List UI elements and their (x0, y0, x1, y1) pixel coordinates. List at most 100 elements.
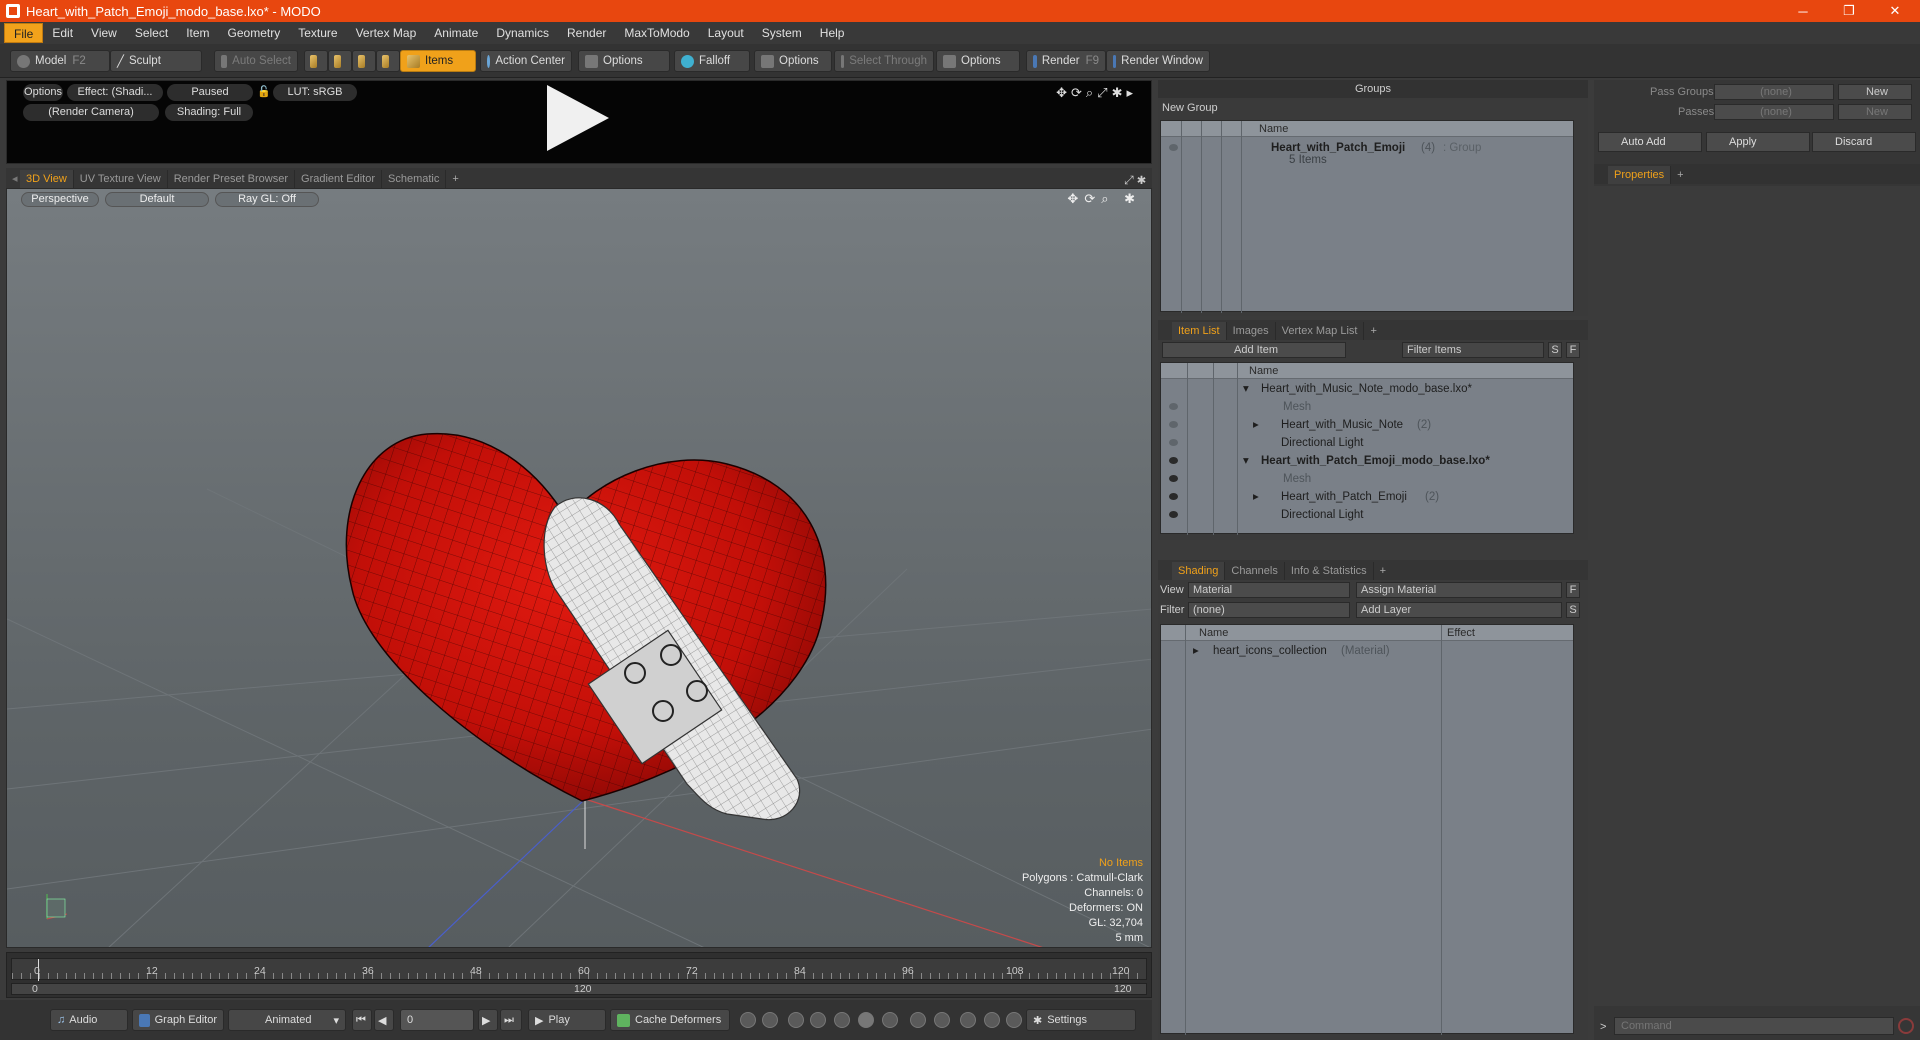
auto-key-icon[interactable] (762, 1012, 778, 1028)
tab-channels[interactable]: Channels (1225, 562, 1285, 580)
menu-help[interactable]: Help (811, 23, 854, 43)
animated-dropdown[interactable]: Animated ▾ (228, 1009, 346, 1031)
preview-effect-dropdown[interactable]: Effect: (Shadi... (67, 84, 163, 101)
light-row[interactable]: Directional Light (1161, 506, 1573, 524)
add-layer-dropdown[interactable]: Add Layer (1356, 602, 1562, 618)
play-preview-icon[interactable] (547, 85, 609, 151)
menu-texture[interactable]: Texture (289, 23, 346, 43)
materials-mode-button[interactable] (376, 50, 400, 72)
menu-file[interactable]: File (4, 23, 44, 43)
next-marker-icon[interactable] (934, 1012, 950, 1028)
model-mode-button[interactable]: Model F2 (10, 50, 110, 72)
assign-material-dropdown[interactable]: Assign Material (1356, 582, 1562, 598)
preview-view-tools[interactable]: ✥⟳⌕⤢✱▸ (1056, 85, 1137, 101)
new-pass-button[interactable]: New (1838, 104, 1912, 120)
filter-s-button[interactable]: S (1548, 342, 1562, 358)
tab-item-list[interactable]: Item List (1172, 322, 1227, 340)
filter-dropdown[interactable]: (none) (1188, 602, 1350, 618)
new-group-button[interactable]: New Group (1162, 102, 1218, 114)
polygons-mode-button[interactable] (352, 50, 376, 72)
tab-uv-texture-view[interactable]: UV Texture View (74, 170, 168, 188)
scene-row[interactable]: ▾ Heart_with_Music_Note_modo_base.lxo* (1161, 380, 1573, 398)
auto-select-button[interactable]: Auto Select (214, 50, 298, 72)
preview-options-button[interactable]: Options (23, 84, 63, 101)
preview-lut-dropdown[interactable]: LUT: sRGB (273, 84, 357, 101)
tab-schematic[interactable]: Schematic (382, 170, 447, 188)
timeline[interactable]: 0 12 24 36 48 60 72 84 96 108 120 0 120 … (6, 952, 1152, 998)
graph-editor-button[interactable]: Graph Editor (132, 1009, 224, 1031)
menu-maxtomodo[interactable]: MaxToModo (615, 23, 698, 43)
group-item-row[interactable]: ▸ Heart_with_Patch_Emoji (2) (1161, 488, 1573, 506)
mesh-row[interactable]: Mesh (1161, 470, 1573, 488)
passes-dropdown[interactable]: (none) (1714, 104, 1834, 120)
panel-menu-icon[interactable]: ◂ (6, 170, 20, 188)
action-center-button[interactable]: Action Center (480, 50, 572, 72)
set-key-icon[interactable] (834, 1012, 850, 1028)
audio-button[interactable]: ♫ Audio (50, 1009, 128, 1031)
preview-shading-dropdown[interactable]: Shading: Full (165, 104, 253, 121)
menu-render[interactable]: Render (558, 23, 615, 43)
menu-view[interactable]: View (82, 23, 126, 43)
timeline-range-bar[interactable]: 0 120 120 (11, 983, 1147, 995)
menu-animate[interactable]: Animate (425, 23, 487, 43)
mesh-row[interactable]: Mesh (1161, 398, 1573, 416)
add-tab-button[interactable]: + (1374, 562, 1392, 580)
action-center-options-button[interactable]: Options (578, 50, 670, 72)
close-button[interactable]: ✕ (1872, 0, 1918, 22)
frame-input[interactable]: 0 (400, 1009, 474, 1031)
menu-vertex-map[interactable]: Vertex Map (347, 23, 426, 43)
add-tab-button[interactable]: + (1364, 322, 1382, 340)
ghost-icon[interactable] (1006, 1012, 1022, 1028)
3d-viewport[interactable]: Perspective Default Ray GL: Off ✥⟳⌕ ✱ No… (6, 188, 1152, 948)
previous-frame-button[interactable]: ◀ (374, 1009, 394, 1031)
menu-item[interactable]: Item (177, 23, 218, 43)
key-icon[interactable] (740, 1012, 756, 1028)
falloff-options-button[interactable]: Options (754, 50, 832, 72)
select-through-button[interactable]: Select Through (834, 50, 934, 72)
timeline-track[interactable]: 0 12 24 36 48 60 72 84 96 108 120 (11, 958, 1147, 981)
material-row[interactable]: ▸ heart_icons_collection (Material) (1161, 642, 1573, 660)
shader-tree[interactable]: Name Effect ▸ heart_icons_collection (Ma… (1160, 624, 1574, 1035)
menu-select[interactable]: Select (126, 23, 177, 43)
shading-s-button[interactable]: S (1566, 602, 1580, 618)
record-icon[interactable] (858, 1012, 874, 1028)
select-options-button[interactable]: Options (936, 50, 1020, 72)
sync-icon[interactable] (984, 1012, 1000, 1028)
group-item-row[interactable]: ▸ Heart_with_Music_Note (2) (1161, 416, 1573, 434)
visibility-eye-icon[interactable] (1169, 144, 1178, 151)
filter-items-field[interactable]: Filter Items (1402, 342, 1544, 358)
render-window-button[interactable]: Render Window (1106, 50, 1210, 72)
menu-layout[interactable]: Layout (699, 23, 753, 43)
sculpt-mode-button[interactable]: ╱ Sculpt (110, 50, 202, 72)
tab-vertex-map-list[interactable]: Vertex Map List (1276, 322, 1365, 340)
command-history-icon[interactable] (1898, 1018, 1914, 1034)
group-row[interactable]: Heart_with_Patch_Emoji (4) : Group 5 Ite… (1161, 139, 1573, 169)
tab-images[interactable]: Images (1227, 322, 1276, 340)
edges-mode-button[interactable] (328, 50, 352, 72)
tab-info-statistics[interactable]: Info & Statistics (1285, 562, 1374, 580)
menu-dynamics[interactable]: Dynamics (487, 23, 558, 43)
pass-groups-dropdown[interactable]: (none) (1714, 84, 1834, 100)
command-input[interactable] (1614, 1017, 1894, 1035)
prev-marker-icon[interactable] (910, 1012, 926, 1028)
play-button[interactable]: ▶ Play (528, 1009, 606, 1031)
tab-render-preset-browser[interactable]: Render Preset Browser (168, 170, 296, 188)
groups-list[interactable]: Name Heart_with_Patch_Emoji (4) : Group … (1160, 120, 1574, 313)
cache-deformers-button[interactable]: Cache Deformers (610, 1009, 730, 1031)
prev-key-icon[interactable] (788, 1012, 804, 1028)
delete-key-icon[interactable] (882, 1012, 898, 1028)
menu-system[interactable]: System (753, 23, 811, 43)
last-frame-button[interactable]: ⏭ (500, 1009, 522, 1031)
add-tab-button[interactable]: + (446, 170, 464, 188)
tab-3d-view[interactable]: 3D View (20, 170, 74, 188)
add-item-dropdown[interactable]: Add Item (1162, 342, 1346, 358)
filter-f-button[interactable]: F (1566, 342, 1580, 358)
add-tab-button[interactable]: + (1671, 166, 1689, 184)
discard-button[interactable]: Discard (1812, 132, 1916, 152)
item-list[interactable]: Name ▾ Heart_with_Music_Note_modo_base.lx… (1160, 362, 1574, 535)
scene-row[interactable]: ▾ Heart_with_Patch_Emoji_modo_base.lxo* (1161, 452, 1573, 470)
menu-edit[interactable]: Edit (43, 23, 82, 43)
items-mode-button[interactable]: Items (400, 50, 476, 72)
next-key-icon[interactable] (810, 1012, 826, 1028)
apply-button[interactable]: Apply (1706, 132, 1810, 152)
